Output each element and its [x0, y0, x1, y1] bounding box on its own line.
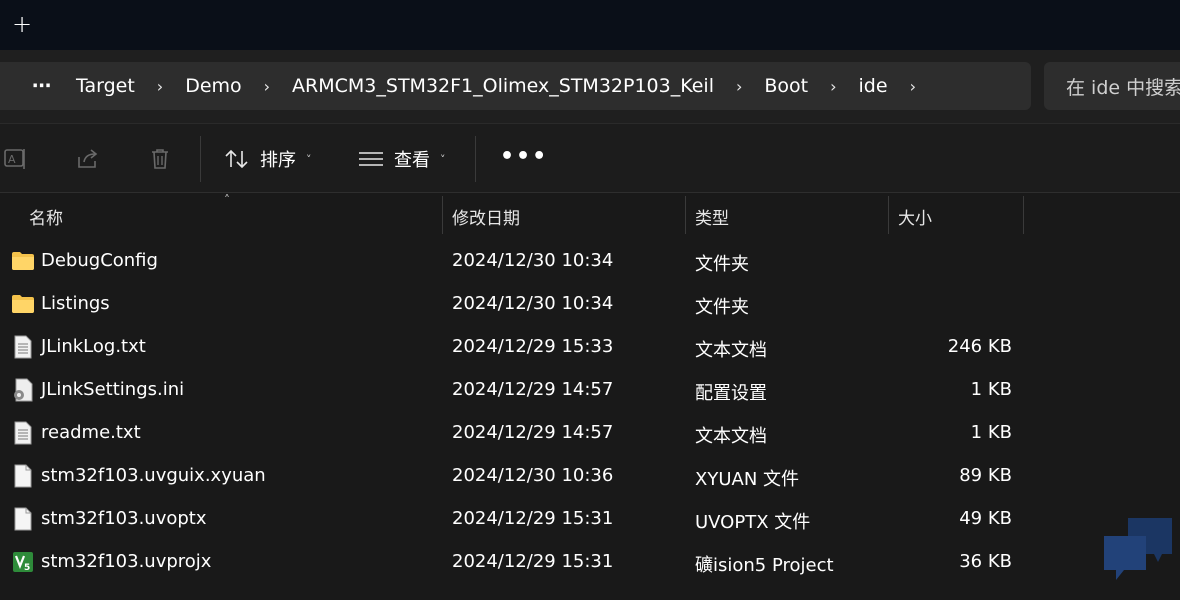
file-row[interactable]: stm32f103.uvguix.xyuan 2024/12/30 10:36 … — [0, 454, 1180, 497]
view-list-icon — [359, 152, 383, 166]
file-name: stm32f103.uvoptx — [41, 508, 207, 529]
column-header-size[interactable]: 大小 — [898, 204, 932, 229]
breadcrumb-chevron-icon[interactable]: › — [808, 77, 836, 96]
file-type: 配置设置 — [695, 383, 767, 404]
column-header: ˄ 名称 修改日期 类型 大小 — [0, 193, 1180, 234]
toolbar-divider — [475, 136, 476, 182]
file-name: stm32f103.uvprojx — [41, 551, 212, 572]
breadcrumb-chevron-icon[interactable]: › — [242, 77, 270, 96]
column-header-date[interactable]: 修改日期 — [452, 204, 520, 229]
rename-icon[interactable]: A — [3, 146, 29, 172]
share-icon[interactable] — [75, 146, 101, 172]
file-row[interactable]: JLinkSettings.ini 2024/12/29 14:57 配置设置 … — [0, 368, 1180, 411]
column-resize-handle[interactable] — [685, 196, 686, 234]
file-name: JLinkLog.txt — [41, 336, 146, 357]
blank-file-icon — [11, 464, 35, 488]
new-tab-button[interactable]: + — [9, 11, 35, 37]
file-row[interactable]: DebugConfig 2024/12/30 10:34 文件夹 — [0, 239, 1180, 282]
file-date: 2024/12/29 15:31 — [452, 551, 614, 572]
file-name: readme.txt — [41, 422, 141, 443]
search-box[interactable]: 在 ide 中搜索 — [1044, 62, 1180, 110]
text-file-icon — [11, 421, 35, 445]
file-type: 文本文档 — [695, 340, 767, 361]
file-size: 36 KB — [959, 551, 1012, 572]
file-name: stm32f103.uvguix.xyuan — [41, 465, 266, 486]
text-file-icon — [11, 335, 35, 359]
file-row[interactable]: stm32f103.uvoptx 2024/12/29 15:31 UVOPTX… — [0, 497, 1180, 540]
breadcrumb-chevron-icon[interactable]: › — [888, 77, 916, 96]
file-row[interactable]: JLinkLog.txt 2024/12/29 15:33 文本文档 246 K… — [0, 325, 1180, 368]
file-size: 1 KB — [970, 422, 1012, 443]
sort-icon — [225, 149, 248, 169]
file-name: JLinkSettings.ini — [41, 379, 185, 400]
file-name: Listings — [41, 293, 110, 314]
sort-indicator-icon: ˄ — [224, 193, 230, 207]
breadcrumb-chevron-icon[interactable]: › — [714, 77, 742, 96]
chevron-down-icon: ˅ — [440, 152, 446, 166]
more-options-button[interactable]: ••• — [500, 144, 548, 169]
chat-bubble-icon — [1100, 514, 1176, 584]
file-date: 2024/12/29 14:57 — [452, 422, 614, 443]
file-row[interactable]: readme.txt 2024/12/29 14:57 文本文档 1 KB — [0, 411, 1180, 454]
breadcrumb-item-demo[interactable]: Demo — [163, 75, 241, 97]
file-type: 文件夹 — [695, 254, 749, 275]
address-row: ⋯ Target › Demo › ARMCM3_STM32F1_Olimex_… — [0, 50, 1180, 123]
folder-icon — [11, 293, 35, 315]
breadcrumb: ⋯ Target › Demo › ARMCM3_STM32F1_Olimex_… — [0, 62, 1031, 110]
breadcrumb-chevron-icon[interactable]: › — [135, 77, 163, 96]
delete-icon[interactable] — [147, 146, 173, 172]
file-size: 89 KB — [959, 465, 1012, 486]
chevron-down-icon: ˅ — [306, 152, 312, 166]
column-header-type[interactable]: 类型 — [695, 204, 729, 229]
file-type: 礦ision5 Project — [695, 555, 834, 576]
toolbar-divider — [200, 136, 201, 182]
command-bar: A 排序 ˅ 查看 ˅ ••• — [0, 123, 1180, 193]
view-label: 查看 — [394, 150, 430, 171]
breadcrumb-item-ide[interactable]: ide — [837, 75, 888, 97]
file-size: 246 KB — [947, 336, 1012, 357]
sort-label: 排序 — [260, 150, 296, 171]
breadcrumb-item-armcm3[interactable]: ARMCM3_STM32F1_Olimex_STM32P103_Keil — [270, 75, 714, 97]
file-size: 1 KB — [970, 379, 1012, 400]
column-resize-handle[interactable] — [442, 196, 443, 234]
keil-project-icon: 5 — [11, 551, 35, 573]
svg-text:5: 5 — [24, 563, 30, 573]
file-row[interactable]: 5 stm32f103.uvprojx 2024/12/29 15:31 礦is… — [0, 540, 1180, 583]
file-date: 2024/12/29 15:33 — [452, 336, 614, 357]
settings-file-icon — [11, 378, 35, 402]
column-resize-handle[interactable] — [888, 196, 889, 234]
file-date: 2024/12/30 10:34 — [452, 293, 614, 314]
file-row[interactable]: Listings 2024/12/30 10:34 文件夹 — [0, 282, 1180, 325]
view-button[interactable]: 查看 ˅ — [358, 142, 446, 176]
file-date: 2024/12/30 10:34 — [452, 250, 614, 271]
file-type: XYUAN 文件 — [695, 469, 800, 490]
sort-button[interactable]: 排序 ˅ — [224, 142, 312, 176]
file-type: UVOPTX 文件 — [695, 512, 811, 533]
file-date: 2024/12/29 15:31 — [452, 508, 614, 529]
file-type: 文本文档 — [695, 426, 767, 447]
file-date: 2024/12/30 10:36 — [452, 465, 614, 486]
blank-file-icon — [11, 507, 35, 531]
breadcrumb-item-target[interactable]: Target — [62, 75, 135, 97]
svg-text:A: A — [8, 153, 16, 166]
breadcrumb-more-button[interactable]: ⋯ — [22, 75, 62, 97]
column-resize-handle[interactable] — [1023, 196, 1024, 234]
search-placeholder: 在 ide 中搜索 — [1066, 76, 1180, 99]
column-header-name[interactable]: 名称 — [29, 204, 63, 229]
file-size: 49 KB — [959, 508, 1012, 529]
file-type: 文件夹 — [695, 297, 749, 318]
file-name: DebugConfig — [41, 250, 158, 271]
file-date: 2024/12/29 14:57 — [452, 379, 614, 400]
breadcrumb-item-boot[interactable]: Boot — [742, 75, 808, 97]
file-list: DebugConfig 2024/12/30 10:34 文件夹 Listing… — [0, 239, 1180, 583]
folder-icon — [11, 250, 35, 272]
title-bar: + — [0, 0, 1180, 50]
